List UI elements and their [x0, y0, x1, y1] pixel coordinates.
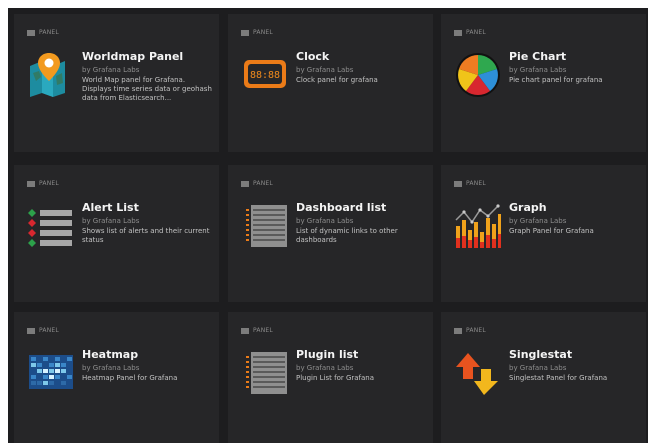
- plugin-title[interactable]: Singlestat: [509, 348, 572, 361]
- plugin-card-heatmap[interactable]: PANEL Heatmap by Grafana Labs Heatmap Pa…: [14, 312, 219, 443]
- plugin-card-singlestat[interactable]: PANEL Singlestat by Grafana Labs Singles…: [441, 312, 646, 443]
- panel-tag: PANEL: [241, 179, 273, 188]
- plugin-card-dashboard-list[interactable]: PANEL Dashboard list by Grafana Labs Lis…: [228, 165, 433, 302]
- plugin-author: by Grafana Labs: [296, 217, 354, 225]
- plugin-description: Singlestat Panel for Grafana: [509, 374, 608, 382]
- panel-tag-label: PANEL: [39, 327, 59, 334]
- plugin-author: by Grafana Labs: [296, 66, 354, 74]
- panel-tag: PANEL: [27, 179, 59, 188]
- plugin-author: by Grafana Labs: [82, 66, 140, 74]
- panel-tag-label: PANEL: [253, 180, 273, 187]
- panel-tag-icon: [241, 29, 249, 36]
- plugin-author: by Grafana Labs: [296, 364, 354, 372]
- clock-icon: 88:88: [244, 60, 286, 88]
- dashboard-list-icon: [246, 205, 287, 247]
- plugin-grid: PANEL Worldmap Panel by Grafana Labs Wor…: [8, 8, 648, 443]
- plugin-title[interactable]: Heatmap: [82, 348, 138, 361]
- panel-tag-label: PANEL: [253, 29, 273, 36]
- panel-tag: PANEL: [241, 28, 273, 37]
- panel-tag: PANEL: [27, 326, 59, 335]
- graph-icon: [455, 204, 501, 248]
- plugin-list-icon: [246, 352, 287, 394]
- plugin-card-clock[interactable]: PANEL 88:88 Clock by Grafana Labs Clock …: [228, 14, 433, 152]
- panel-tag-icon: [241, 327, 249, 334]
- plugin-title[interactable]: Dashboard list: [296, 201, 386, 214]
- plugin-author: by Grafana Labs: [509, 217, 567, 225]
- plugin-description: Clock panel for grafana: [296, 76, 378, 84]
- plugin-card-pie-chart[interactable]: PANEL Pie Chart by Grafana Labs Pie char…: [441, 14, 646, 152]
- panel-tag-label: PANEL: [466, 180, 486, 187]
- panel-tag-label: PANEL: [39, 29, 59, 36]
- worldmap-icon: [30, 53, 65, 97]
- plugin-author: by Grafana Labs: [82, 364, 140, 372]
- plugin-card-worldmap[interactable]: PANEL Worldmap Panel by Grafana Labs Wor…: [14, 14, 219, 152]
- panel-tag: PANEL: [454, 326, 486, 335]
- panel-tag: PANEL: [454, 179, 486, 188]
- plugin-card-alert-list[interactable]: PANEL Alert List by Grafana Labs Shows l…: [14, 165, 219, 302]
- panel-tag-label: PANEL: [253, 327, 273, 334]
- singlestat-icon: [456, 353, 498, 395]
- plugin-description: World Map panel for Grafana. Displays ti…: [82, 76, 212, 102]
- plugin-description: Heatmap Panel for Grafana: [82, 374, 178, 382]
- plugin-title[interactable]: Worldmap Panel: [82, 50, 183, 63]
- panel-tag-label: PANEL: [466, 327, 486, 334]
- plugin-card-graph[interactable]: PANEL Graph by Grafana Labs Graph Panel …: [441, 165, 646, 302]
- plugin-description: Pie chart panel for grafana: [509, 76, 603, 84]
- plugin-description: List of dynamic links to other dashboard…: [296, 227, 398, 244]
- panel-tag-icon: [454, 180, 462, 187]
- plugin-description: Graph Panel for Grafana: [509, 227, 594, 235]
- plugin-title[interactable]: Plugin list: [296, 348, 358, 361]
- plugin-author: by Grafana Labs: [82, 217, 140, 225]
- plugin-title[interactable]: Graph: [509, 201, 547, 214]
- panel-tag-icon: [27, 327, 35, 334]
- panel-tag-icon: [454, 327, 462, 334]
- panel-tag-label: PANEL: [39, 180, 59, 187]
- plugin-author: by Grafana Labs: [509, 364, 567, 372]
- panel-tag-icon: [27, 29, 35, 36]
- panel-tag-icon: [27, 180, 35, 187]
- plugin-author: by Grafana Labs: [509, 66, 567, 74]
- pie-chart-icon: [456, 53, 500, 97]
- plugin-description: Plugin List for Grafana: [296, 374, 375, 382]
- panel-tag-icon: [241, 180, 249, 187]
- plugin-description: Shows list of alerts and their current s…: [82, 227, 210, 244]
- plugin-title[interactable]: Clock: [296, 50, 329, 63]
- panel-tag: PANEL: [27, 28, 59, 37]
- panel-tag: PANEL: [241, 326, 273, 335]
- clock-digits: 88:88: [250, 70, 280, 81]
- plugin-title[interactable]: Pie Chart: [509, 50, 566, 63]
- plugin-title[interactable]: Alert List: [82, 201, 139, 214]
- panel-tag-label: PANEL: [466, 29, 486, 36]
- plugin-card-plugin-list[interactable]: PANEL Plugin list by Grafana Labs Plugin…: [228, 312, 433, 443]
- heatmap-icon: [29, 355, 73, 389]
- panel-tag-icon: [454, 29, 462, 36]
- alert-list-icon: [28, 209, 72, 247]
- panel-tag: PANEL: [454, 28, 486, 37]
